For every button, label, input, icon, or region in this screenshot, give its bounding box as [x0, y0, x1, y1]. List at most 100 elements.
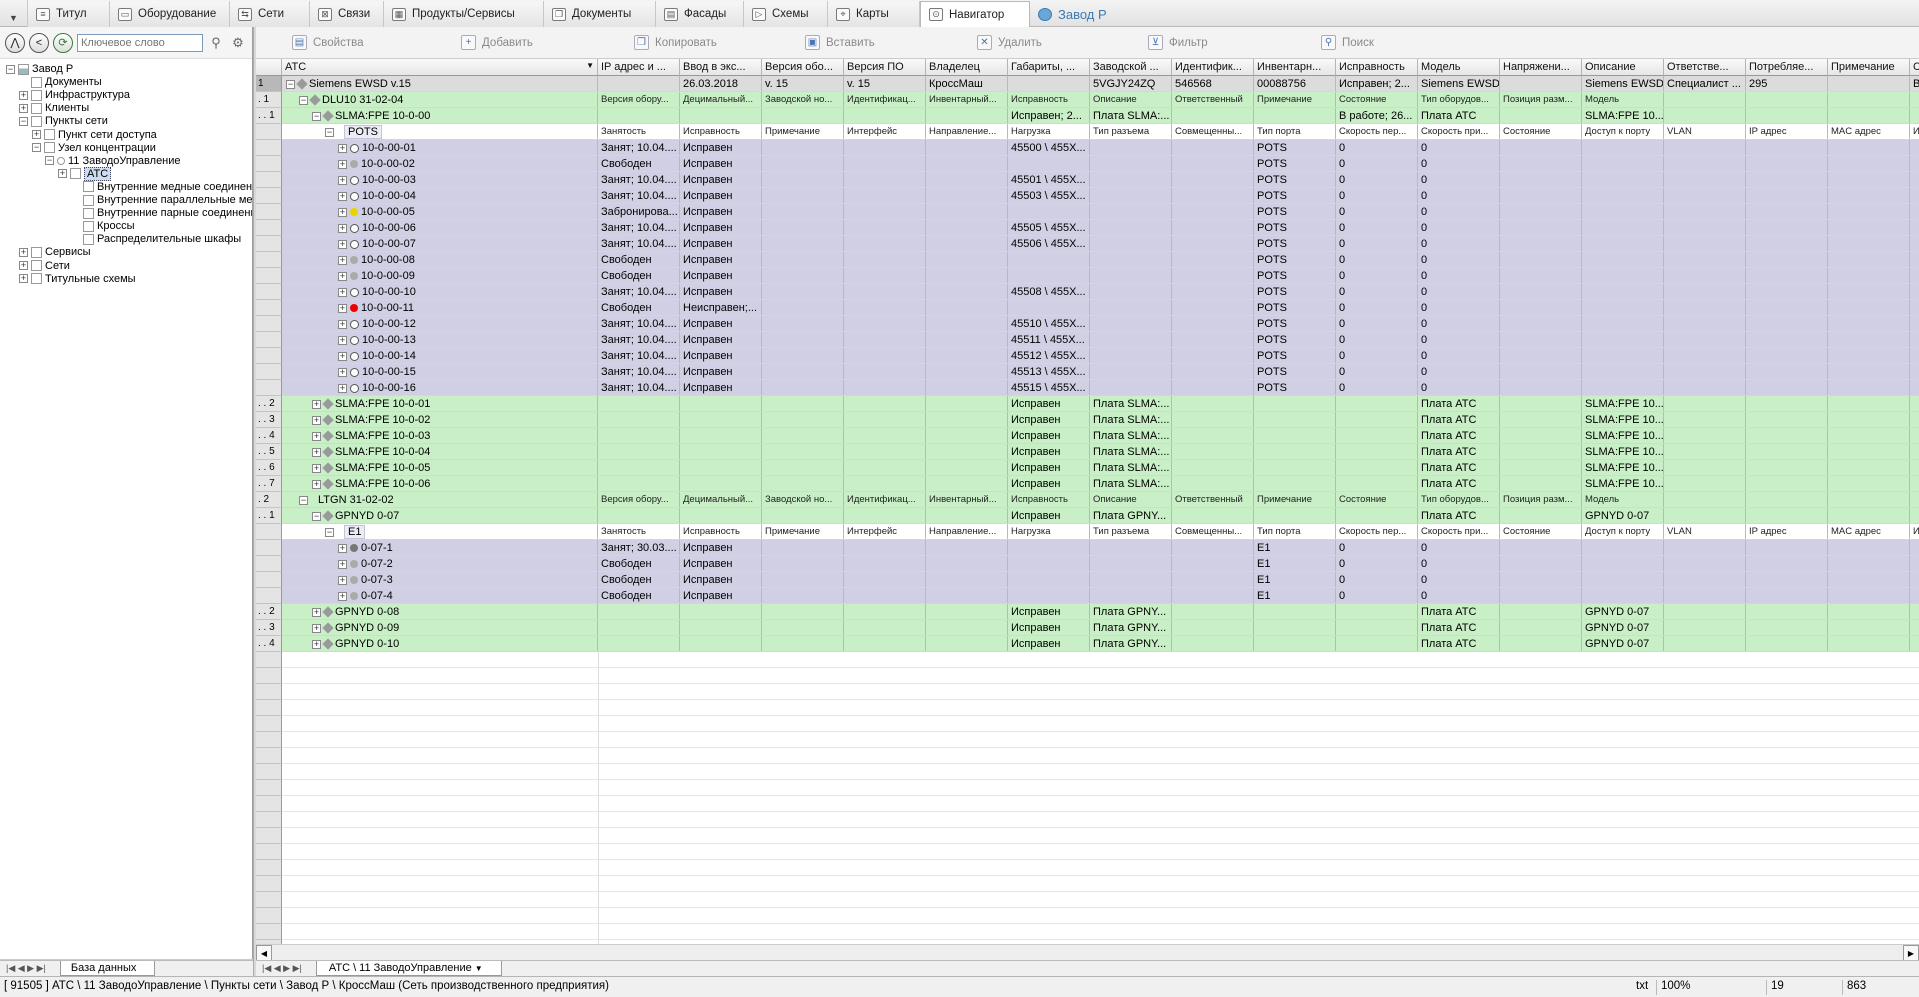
row-number[interactable]: . . 4 [256, 428, 282, 444]
table-cell[interactable] [844, 156, 926, 171]
table-cell[interactable] [1172, 588, 1254, 603]
table-cell[interactable]: 0 [1336, 236, 1418, 251]
table-cell[interactable] [1254, 108, 1336, 123]
table-cell[interactable]: 0 [1418, 204, 1500, 219]
table-cell[interactable]: Исправность [1008, 492, 1090, 507]
row-name-cell[interactable]: + GPNYD 0-08 [282, 604, 598, 619]
row-expand-toggle-icon[interactable]: + [338, 367, 347, 377]
table-cell[interactable] [1746, 172, 1828, 187]
table-cell[interactable]: Скорость при... [1418, 124, 1500, 139]
table-cell[interactable] [1746, 236, 1828, 251]
table-cell[interactable]: 0 [1336, 300, 1418, 315]
table-cell[interactable] [1664, 444, 1746, 459]
table-cell[interactable]: Исправен [680, 348, 762, 363]
table-cell[interactable]: Тип порта [1254, 524, 1336, 539]
table-cell[interactable] [762, 252, 844, 267]
table-cell[interactable] [1090, 172, 1172, 187]
row-number-empty[interactable] [256, 652, 282, 668]
row-expand-toggle-icon[interactable]: + [338, 159, 347, 169]
table-cell[interactable]: Исправен [1008, 620, 1090, 635]
row-number-empty[interactable] [256, 812, 282, 828]
table-cell[interactable] [926, 444, 1008, 459]
table-cell[interactable]: 0 [1336, 284, 1418, 299]
table-cell[interactable] [1172, 108, 1254, 123]
table-cell[interactable] [1336, 460, 1418, 475]
table-cell[interactable] [844, 620, 926, 635]
table-cell[interactable]: 0 [1336, 188, 1418, 203]
row-expand-toggle-icon[interactable]: − [325, 527, 334, 537]
row-number[interactable] [256, 156, 282, 172]
table-cell[interactable] [1582, 172, 1664, 187]
table-cell[interactable] [680, 460, 762, 475]
table-cell[interactable] [926, 540, 1008, 555]
table-cell[interactable] [1172, 620, 1254, 635]
table-cell[interactable] [1172, 252, 1254, 267]
table-cell[interactable] [1500, 316, 1582, 331]
table-cell[interactable] [1500, 476, 1582, 491]
table-cell[interactable] [680, 444, 762, 459]
table-cell[interactable]: 0 [1336, 556, 1418, 571]
table-cell[interactable]: Свободен [598, 268, 680, 283]
table-cell[interactable] [1910, 572, 1919, 587]
table-cell[interactable]: Нагрузка [1008, 524, 1090, 539]
column-header[interactable]: Владелец [926, 59, 1008, 76]
table-cell[interactable]: 0 [1418, 300, 1500, 315]
expand-toggle-icon[interactable]: − [19, 116, 28, 126]
row-name-cell[interactable]: +10-0-00-11 [282, 300, 598, 315]
table-row[interactable]: +0-07-2 Свободен Исправен E1 0 0 [282, 556, 1919, 572]
table-cell[interactable] [1582, 204, 1664, 219]
column-header[interactable]: Примечание [1828, 59, 1910, 76]
table-cell[interactable] [1828, 444, 1910, 459]
table-cell[interactable] [1910, 252, 1919, 267]
table-row[interactable]: +10-0-00-04 Занят; 10.04.... Исправен 45503… [282, 188, 1919, 204]
table-cell[interactable]: Исправен [1008, 412, 1090, 427]
row-number-empty[interactable] [256, 732, 282, 748]
table-cell[interactable]: Заводской но... [762, 92, 844, 107]
table-cell[interactable]: E1 [1254, 572, 1336, 587]
expand-toggle-icon[interactable]: + [19, 103, 28, 113]
row-name-cell[interactable]: + SLMA:FPE 10-0-05 [282, 460, 598, 475]
table-cell[interactable] [1500, 108, 1582, 123]
table-cell[interactable] [844, 172, 926, 187]
table-cell[interactable]: IP адрес [1746, 524, 1828, 539]
table-cell[interactable]: Тип оборудов... [1418, 492, 1500, 507]
table-cell[interactable]: Тип разъема [1090, 524, 1172, 539]
table-cell[interactable]: Исправен [680, 316, 762, 331]
table-cell[interactable] [1746, 428, 1828, 443]
row-number[interactable] [256, 380, 282, 396]
refresh-icon[interactable]: ⟳ [53, 32, 73, 53]
row-expand-toggle-icon[interactable]: + [338, 543, 347, 553]
table-cell[interactable] [1910, 396, 1919, 411]
table-cell[interactable]: Исправен [680, 252, 762, 267]
table-cell[interactable]: Занят; 10.04.... [598, 140, 680, 155]
table-cell[interactable]: 45511 \ 455X... [1008, 332, 1090, 347]
table-cell[interactable] [598, 444, 680, 459]
table-cell[interactable] [1008, 588, 1090, 603]
table-cell[interactable] [926, 380, 1008, 395]
row-name-cell[interactable]: +10-0-00-05 [282, 204, 598, 219]
table-cell[interactable]: Плата SLMA:... [1090, 108, 1172, 123]
table-cell[interactable] [1910, 204, 1919, 219]
table-cell[interactable] [844, 316, 926, 331]
table-cell[interactable] [1910, 364, 1919, 379]
table-cell[interactable] [762, 300, 844, 315]
table-cell[interactable]: Неисправен;... [680, 300, 762, 315]
table-cell[interactable]: Плата АТС [1418, 636, 1500, 651]
table-cell[interactable]: 45505 \ 455X... [1008, 220, 1090, 235]
table-cell[interactable] [844, 140, 926, 155]
delete-button[interactable]: ✕ Удалить [977, 35, 1042, 50]
table-cell[interactable] [1664, 268, 1746, 283]
table-cell[interactable] [1746, 556, 1828, 571]
table-cell[interactable]: 0 [1336, 588, 1418, 603]
row-name-cell[interactable]: +10-0-00-10 [282, 284, 598, 299]
table-row[interactable]: +10-0-00-11 Свободен Неисправен;... POTS 0 0 [282, 300, 1919, 316]
row-name-cell[interactable]: +10-0-00-13 [282, 332, 598, 347]
table-cell[interactable]: 0 [1418, 572, 1500, 587]
table-cell[interactable] [1582, 300, 1664, 315]
table-cell[interactable] [1910, 332, 1919, 347]
table-cell[interactable] [844, 588, 926, 603]
table-cell[interactable]: Инвентарный... [926, 92, 1008, 107]
table-cell[interactable] [1582, 188, 1664, 203]
table-cell[interactable] [1828, 348, 1910, 363]
row-expand-toggle-icon[interactable]: + [338, 303, 347, 313]
